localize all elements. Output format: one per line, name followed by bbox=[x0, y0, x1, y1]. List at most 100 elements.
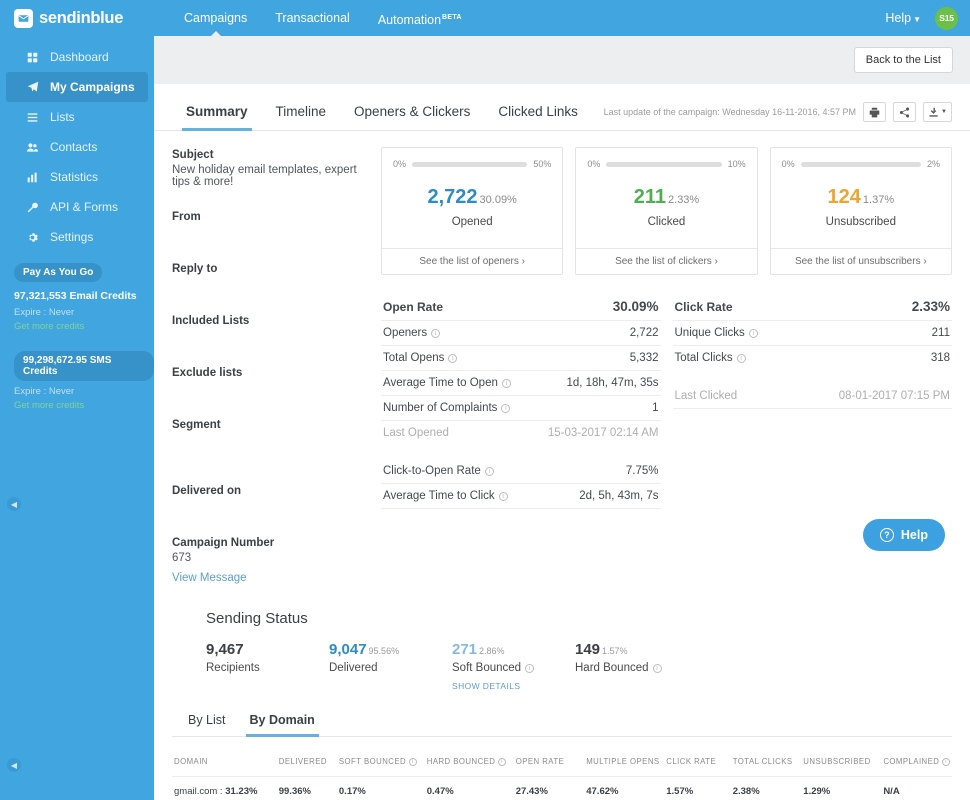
metric-value: 1d, 18h, 47m, 35s bbox=[566, 377, 659, 389]
sms-get-more-credits-link[interactable]: Get more credits bbox=[14, 400, 154, 411]
open-metrics-table: Open Rate 30.09% Openers i 2,722 Total Opens i… bbox=[381, 293, 661, 509]
view-message-link[interactable]: View Message bbox=[172, 572, 377, 584]
sidebar-item-contacts[interactable]: Contacts bbox=[6, 132, 148, 162]
sending-status-percent: 2.86% bbox=[479, 646, 505, 656]
topnav-transactional[interactable]: Transactional bbox=[261, 0, 364, 36]
sending-status-label: Delivered bbox=[329, 662, 378, 674]
info-icon[interactable]: i bbox=[431, 328, 441, 338]
sidebar-collapse-button-bottom[interactable]: ◀ bbox=[7, 758, 21, 772]
email-get-more-credits-link[interactable]: Get more credits bbox=[14, 321, 154, 332]
cell-value: 2.38%70 bbox=[730, 776, 802, 800]
breakdown-table: DOMAIN DELIVERED SOFT BOUNCED i HARD BOUNCE… bbox=[172, 741, 952, 800]
sidebar-collapse-button[interactable]: ◀ bbox=[7, 497, 21, 511]
cell-primary: 1.57% bbox=[666, 786, 694, 797]
info-icon[interactable]: i bbox=[448, 353, 458, 363]
tab-openers-clickers[interactable]: Openers & Clickers bbox=[340, 104, 484, 130]
included-lists-label: Included Lists bbox=[172, 315, 250, 327]
opened-caption: Opened bbox=[451, 216, 493, 228]
breakdown-section: By List By Domain DOMAIN DELIVERED SOFT BO… bbox=[154, 691, 970, 800]
info-icon[interactable]: i bbox=[652, 663, 662, 673]
opened-value: 2,722 30.09% bbox=[427, 186, 517, 208]
metric-row: Click-to-Open Rate i 7.75% bbox=[381, 459, 661, 484]
avatar[interactable]: S15 bbox=[935, 6, 958, 30]
metric-row: Last Clicked 08-01-2017 07:15 PM bbox=[672, 384, 952, 409]
field-segment: Segment bbox=[172, 419, 377, 462]
show-details-link[interactable]: SHOW DETAILS bbox=[452, 681, 575, 691]
see-list-openers-link[interactable]: See the list of openers › bbox=[382, 248, 563, 274]
info-icon[interactable]: i bbox=[748, 328, 758, 338]
back-to-list-button[interactable]: Back to the List bbox=[853, 47, 953, 73]
topnav-automation[interactable]: AutomationBETA bbox=[364, 0, 476, 36]
sending-status-item: 9,047 95.56% Delivered bbox=[329, 641, 452, 691]
breakdown-table-body: gmail.com : 31.23%2,957 contacts99.36%2,… bbox=[172, 776, 952, 800]
metric-value: 7.75% bbox=[625, 465, 659, 477]
topnav-campaigns[interactable]: Campaigns bbox=[170, 0, 261, 37]
info-icon[interactable]: i bbox=[501, 378, 511, 388]
download-icon[interactable]: ▼ bbox=[923, 102, 952, 122]
cell-value: 47.62%1,399 bbox=[584, 776, 665, 800]
clicked-progress-bar bbox=[606, 161, 722, 167]
sidebar-item-settings[interactable]: Settings bbox=[6, 222, 148, 252]
brand-logo[interactable]: sendinblue bbox=[0, 8, 154, 28]
field-delivered-on: Delivered on bbox=[172, 485, 377, 514]
summary-columns: Subject New holiday email templates, exp… bbox=[154, 131, 970, 584]
column-header: TOTAL CLICKS bbox=[730, 741, 802, 777]
info-icon[interactable]: i bbox=[498, 757, 507, 766]
opened-axis-max: 50% bbox=[533, 159, 552, 169]
print-icon[interactable] bbox=[863, 102, 886, 122]
help-menu[interactable]: Help ▼ bbox=[885, 11, 921, 25]
sidebar: Dashboard My Campaigns Lists Contacts St… bbox=[0, 36, 154, 800]
app-root: sendinblue Campaigns Transactional Autom… bbox=[0, 0, 970, 800]
cell-primary: 1.29% bbox=[803, 786, 831, 797]
delivered-on-label: Delivered on bbox=[172, 485, 242, 497]
metric-row: Openers i 2,722 bbox=[381, 321, 661, 346]
last-update-group: Last update of the campaign: Wednesday 1… bbox=[604, 102, 952, 130]
main-header: Back to the List bbox=[154, 36, 970, 84]
reply-to-value bbox=[172, 278, 377, 292]
wrench-icon bbox=[26, 202, 39, 213]
metric-label: Average Time to Click i bbox=[383, 490, 508, 502]
email-credits-expire: Expire : Never bbox=[14, 307, 75, 318]
metric-label: Average Time to Open i bbox=[383, 377, 511, 389]
see-list-clickers-link[interactable]: See the list of clickers › bbox=[576, 248, 757, 274]
sendinblue-logo-icon bbox=[14, 8, 33, 28]
campaign-info-panel: Subject New holiday email templates, exp… bbox=[172, 147, 377, 584]
see-list-unsubscribers-link[interactable]: See the list of unsubscribers › bbox=[770, 248, 951, 274]
share-icon[interactable] bbox=[893, 102, 916, 122]
topnav-transactional-label: Transactional bbox=[275, 11, 350, 25]
breakdown-tabs: By List By Domain bbox=[172, 713, 952, 737]
sidebar-item-dashboard[interactable]: Dashboard bbox=[6, 42, 148, 72]
sidebar-item-api-forms-label: API & Forms bbox=[50, 200, 119, 214]
tab-clicked-links[interactable]: Clicked Links bbox=[484, 104, 592, 130]
info-icon[interactable]: i bbox=[942, 757, 950, 766]
tab-timeline[interactable]: Timeline bbox=[262, 104, 341, 130]
clicked-caption: Clicked bbox=[647, 216, 686, 228]
sending-status-label: Hard Bounced i bbox=[575, 662, 698, 674]
tab-by-domain[interactable]: By Domain bbox=[238, 713, 327, 737]
tab-by-list[interactable]: By List bbox=[176, 713, 238, 736]
sending-status-value: 271 2.86% bbox=[452, 641, 505, 658]
metric-label: Total Opens i bbox=[383, 352, 458, 364]
unsub-caption: Unsubscribed bbox=[825, 216, 896, 228]
metric-gap bbox=[673, 370, 953, 384]
column-header: DELIVERED bbox=[276, 741, 337, 777]
info-icon[interactable]: i bbox=[736, 353, 746, 363]
top-right-area: Help ▼ S15 bbox=[885, 6, 970, 30]
info-icon[interactable]: i bbox=[501, 403, 511, 413]
question-mark-icon: ? bbox=[879, 528, 894, 542]
info-icon[interactable]: i bbox=[408, 757, 417, 766]
sending-status-item: 9,467 Recipients bbox=[206, 641, 329, 691]
metric-value: 2d, 5h, 43m, 7s bbox=[579, 490, 659, 502]
info-icon[interactable]: i bbox=[498, 491, 508, 501]
info-icon[interactable]: i bbox=[484, 466, 494, 476]
info-icon[interactable]: i bbox=[525, 663, 535, 673]
tab-summary[interactable]: Summary bbox=[172, 104, 262, 131]
beta-badge: BETA bbox=[442, 14, 462, 21]
help-fab-button[interactable]: ? Help bbox=[862, 519, 945, 551]
sidebar-item-api-forms[interactable]: API & Forms bbox=[6, 192, 148, 222]
sidebar-item-my-campaigns[interactable]: My Campaigns bbox=[6, 72, 148, 102]
field-reply-to: Reply to bbox=[172, 263, 377, 292]
sidebar-item-lists[interactable]: Lists bbox=[6, 102, 148, 132]
sidebar-item-statistics[interactable]: Statistics bbox=[6, 162, 148, 192]
field-exclude-lists: Exclude lists bbox=[172, 367, 377, 396]
